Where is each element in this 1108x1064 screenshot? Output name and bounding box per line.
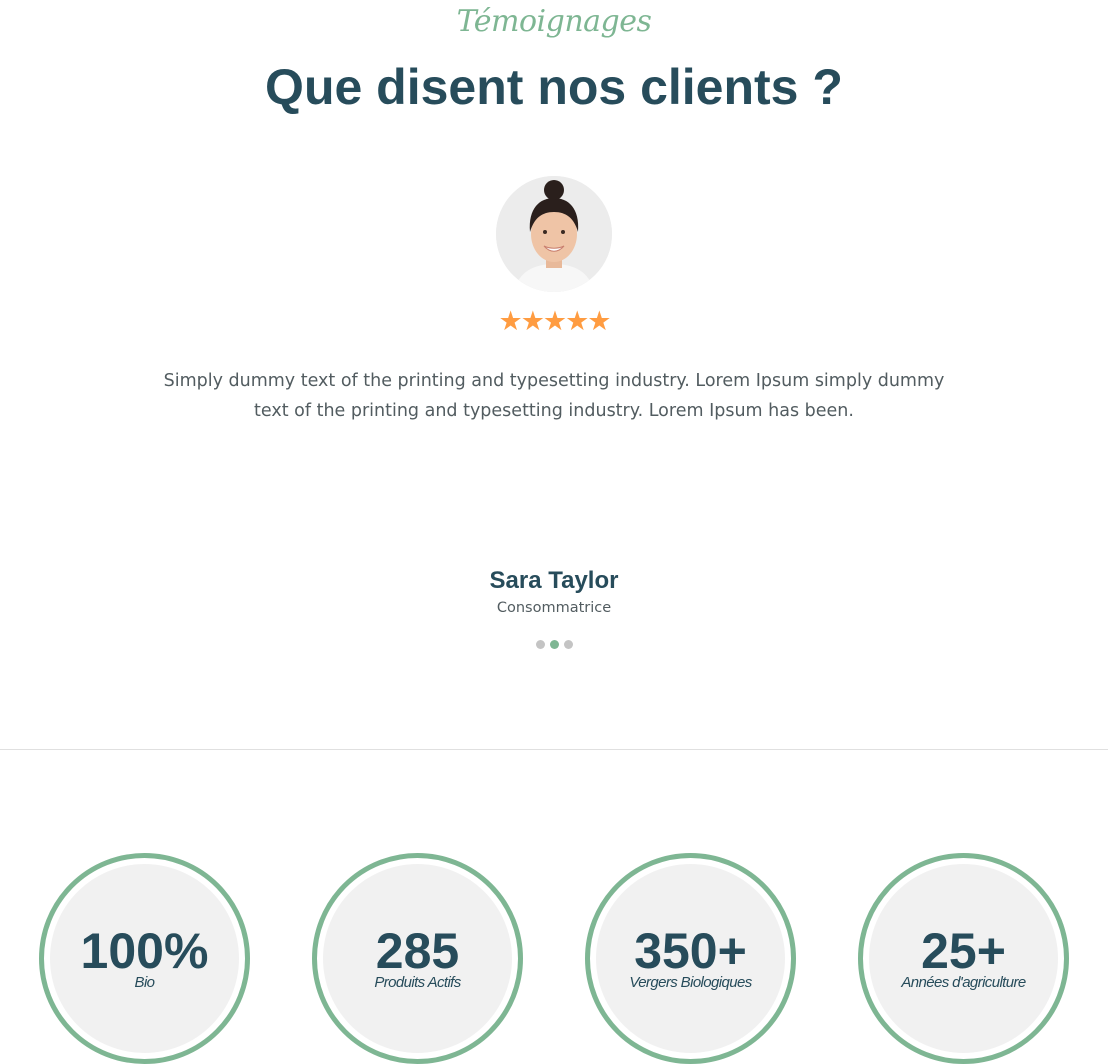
stat-circle: 25+ Années d'agriculture	[869, 864, 1058, 1053]
stat-value: 350+	[634, 923, 747, 979]
section-title: Que disent nos clients ?	[265, 59, 843, 115]
stat-products: 285 Produits Actifs	[312, 853, 523, 1064]
carousel-dots	[0, 640, 1108, 649]
stat-value: 100%	[80, 923, 209, 979]
author-name: Sara Taylor	[489, 567, 619, 594]
stat-label: Produits Actifs	[374, 974, 461, 991]
stat-years: 25+ Années d'agriculture	[858, 853, 1069, 1064]
stat-value: 285	[375, 923, 460, 979]
stat-circle: 100% Bio	[50, 864, 239, 1053]
author-role: Consommatrice	[496, 600, 612, 616]
stat-label: Années d'agriculture	[901, 974, 1026, 991]
carousel-dot-1[interactable]	[535, 640, 545, 649]
avatar	[496, 176, 612, 292]
stat-label: Bio	[134, 974, 155, 991]
stat-circle: 285 Produits Actifs	[323, 864, 512, 1053]
stat-label: Vergers Biologiques	[629, 974, 752, 991]
section-eyebrow: Témoignages	[456, 4, 652, 39]
avatar-illustration	[496, 176, 612, 292]
stat-circle: 350+ Vergers Biologiques	[596, 864, 785, 1053]
carousel-dot-2[interactable]	[549, 640, 559, 649]
stat-orchards: 350+ Vergers Biologiques	[585, 853, 796, 1064]
testimonials-page: Témoignages Que disent nos clients ? ★★★…	[0, 0, 1108, 1064]
stat-value: 25+	[921, 923, 1006, 979]
stat-bio: 100% Bio	[39, 853, 250, 1064]
section-divider	[0, 749, 1108, 750]
star-rating-icon: ★★★★★	[498, 306, 611, 337]
carousel-dot-3[interactable]	[563, 640, 573, 649]
testimonial-quote: Simply dummy text of the printing and ty…	[163, 371, 945, 421]
